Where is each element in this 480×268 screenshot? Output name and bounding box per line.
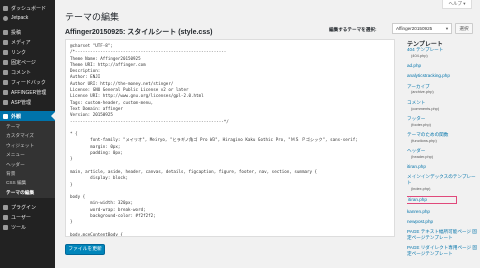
menu-item-affinger[interactable]: AFFINGER管理 bbox=[0, 87, 55, 97]
submenu-item-background[interactable]: 背景 bbox=[0, 169, 55, 178]
submenu-item-css-edit[interactable]: CSS 編集 bbox=[0, 178, 55, 187]
template-item[interactable]: ヘッダー (header.php) bbox=[407, 148, 477, 160]
menu-label: 固定ページ bbox=[11, 59, 36, 66]
chevron-down-icon: ▼ bbox=[445, 26, 449, 31]
menu-label: Jetpack bbox=[11, 15, 29, 21]
template-item[interactable]: analyticstracking.php bbox=[407, 73, 477, 79]
template-item[interactable]: メインインデックスのテンプレート (index.php) bbox=[407, 174, 477, 191]
menu-item-comments[interactable]: コメント bbox=[0, 67, 55, 77]
theme-select-label: 編集するテーマを選択: bbox=[329, 27, 377, 32]
submenu-item-customize[interactable]: カスタマイズ bbox=[0, 131, 55, 140]
template-item[interactable]: PAGE テキスト幅所可能ページ 固定ページテンプレート bbox=[407, 229, 477, 241]
template-name[interactable]: analyticstracking.php bbox=[407, 73, 477, 79]
templates-list: 404 テンプレート (404.php) ad.php analyticstracki… bbox=[407, 47, 477, 265]
stylesheet-code[interactable]: @charset "UTF-8"; /*--------------------… bbox=[70, 43, 390, 236]
comments-icon bbox=[3, 69, 8, 75]
template-name[interactable]: kanren.php bbox=[407, 209, 477, 215]
template-name[interactable]: ad.php bbox=[407, 63, 477, 69]
menu-item-users[interactable]: ユーザー bbox=[0, 212, 55, 222]
media-icon bbox=[3, 39, 8, 45]
links-icon bbox=[3, 49, 8, 55]
submenu-item-theme-editor[interactable]: テーマの編集 bbox=[0, 188, 55, 197]
dashboard-icon bbox=[3, 5, 8, 11]
template-item[interactable]: コメント (comments.php) bbox=[407, 100, 477, 112]
menu-label: コメント bbox=[11, 69, 32, 76]
menu-label: リンク bbox=[11, 49, 27, 56]
template-name[interactable]: itiran.php bbox=[408, 197, 456, 203]
menu-label: フィードバック bbox=[11, 79, 46, 86]
menu-label: 投稿 bbox=[11, 29, 22, 36]
menu-item-plugins[interactable]: プラグイン bbox=[0, 202, 55, 212]
theme-select-value: Affinger20150925 bbox=[396, 26, 433, 31]
menu-item-posts[interactable]: 投稿 bbox=[0, 27, 55, 37]
menu-item-media[interactable]: メディア bbox=[0, 37, 55, 47]
menu-item-appearance[interactable]: 外観 bbox=[0, 111, 55, 121]
template-filename: (comments.php) bbox=[411, 105, 440, 111]
template-item[interactable]: アーカイブ (archive.php) bbox=[407, 84, 477, 96]
current-menu-arrow bbox=[51, 112, 55, 120]
menu-item-tools[interactable]: ツール bbox=[0, 222, 55, 232]
menu-label: ダッシュボード bbox=[11, 5, 47, 12]
menu-label: AFFINGER管理 bbox=[11, 89, 47, 96]
template-item[interactable]: ad.php bbox=[407, 63, 477, 69]
file-title: Affinger20150925: スタイルシート (style.css) bbox=[65, 29, 213, 36]
template-name[interactable]: メインインデックスのテンプレート bbox=[407, 174, 477, 186]
plugins-icon bbox=[3, 204, 8, 210]
submenu-item-header[interactable]: ヘッダー bbox=[0, 160, 55, 169]
appearance-icon bbox=[3, 113, 8, 119]
template-item[interactable]: 404 テンプレート (404.php) bbox=[407, 47, 477, 59]
template-item[interactable]: テーマのための関数 (functions.php) bbox=[407, 132, 477, 144]
template-item-highlighted[interactable]: itiran.php bbox=[407, 196, 457, 205]
template-item[interactable]: kanren.php bbox=[407, 209, 477, 215]
submenu-item-widgets[interactable]: ウィジェット bbox=[0, 141, 55, 150]
help-tab[interactable]: ヘルプ ▾ bbox=[442, 0, 472, 9]
menu-label: ASP管理 bbox=[11, 99, 32, 106]
appearance-submenu: テーマ カスタマイズ ウィジェット メニュー ヘッダー 背景 CSS 編集 テー… bbox=[0, 121, 55, 199]
template-name[interactable]: itiran.php bbox=[407, 164, 477, 170]
code-editor[interactable]: @charset "UTF-8"; /*--------------------… bbox=[65, 39, 395, 237]
menu-item-feedback[interactable]: フィードバック bbox=[0, 77, 55, 87]
menu-label: ユーザー bbox=[11, 214, 31, 221]
feedback-icon bbox=[3, 79, 8, 85]
menu-label: プラグイン bbox=[11, 204, 37, 211]
menu-item-pages[interactable]: 固定ページ bbox=[0, 57, 55, 67]
tools-icon bbox=[3, 224, 8, 230]
posts-icon bbox=[3, 29, 8, 35]
asp-icon bbox=[3, 99, 8, 105]
template-name[interactable]: newpost.php bbox=[407, 219, 477, 225]
menu-item-dashboard[interactable]: ダッシュボード bbox=[0, 3, 55, 13]
submenu-item-themes[interactable]: テーマ bbox=[0, 122, 55, 131]
template-filename: (footer.php) bbox=[411, 121, 431, 127]
template-filename: (functions.php) bbox=[411, 137, 437, 143]
template-item[interactable]: PAGE リダイレクト専用ページ 固定ページテンプレート bbox=[407, 245, 477, 257]
jetpack-icon bbox=[3, 15, 8, 21]
update-file-button[interactable]: ファイルを更新 bbox=[65, 244, 105, 255]
template-name[interactable]: PAGE テキスト幅所可能ページ 固定ページテンプレート bbox=[407, 229, 477, 241]
template-filename: (header.php) bbox=[411, 153, 434, 159]
admin-sidebar: ダッシュボード Jetpack 投稿 メディア リンク 固定ページ コメント フ… bbox=[0, 0, 55, 268]
menu-label: ツール bbox=[11, 224, 27, 231]
template-filename: (index.php) bbox=[411, 186, 431, 192]
submenu-item-menus[interactable]: メニュー bbox=[0, 150, 55, 159]
template-filename: (404.php) bbox=[411, 52, 428, 58]
template-name[interactable]: PAGE リダイレクト専用ページ 固定ページテンプレート bbox=[407, 245, 477, 257]
template-item[interactable]: newpost.php bbox=[407, 219, 477, 225]
pages-icon bbox=[3, 59, 8, 65]
affinger-icon bbox=[3, 89, 8, 95]
menu-item-asp[interactable]: ASP管理 bbox=[0, 97, 55, 107]
menu-item-jetpack[interactable]: Jetpack bbox=[0, 13, 55, 23]
menu-label: 外観 bbox=[11, 113, 22, 120]
select-button[interactable]: 選択 bbox=[455, 23, 473, 34]
menu-item-links[interactable]: リンク bbox=[0, 47, 55, 57]
template-item[interactable]: フッター (footer.php) bbox=[407, 116, 477, 128]
users-icon bbox=[3, 214, 8, 220]
template-filename: (archive.php) bbox=[411, 89, 434, 95]
theme-select[interactable]: Affinger20150925 ▼ bbox=[392, 23, 452, 34]
menu-label: メディア bbox=[11, 39, 31, 46]
page-title: テーマの編集 bbox=[65, 12, 120, 22]
template-item[interactable]: itiran.php bbox=[407, 164, 477, 170]
